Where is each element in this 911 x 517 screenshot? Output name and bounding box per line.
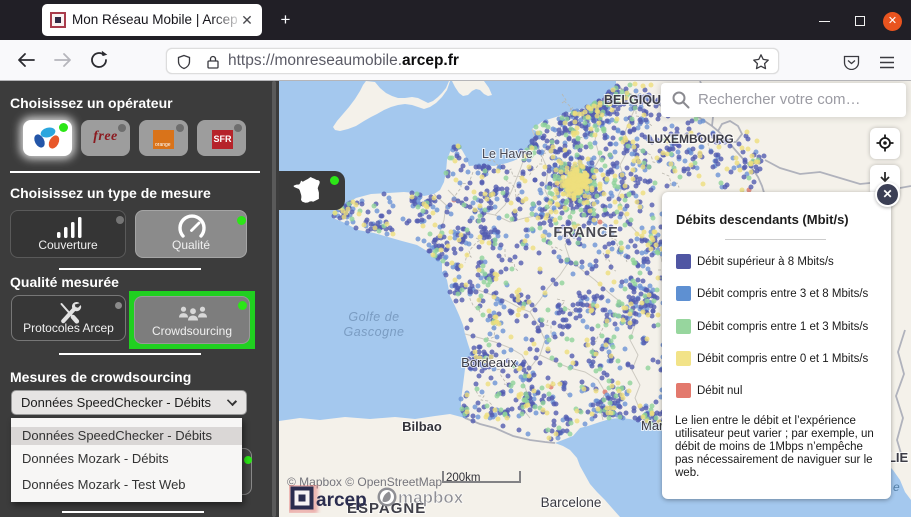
svg-text:Golfe de: Golfe de [348, 310, 399, 324]
svg-text:FRANCE: FRANCE [553, 225, 618, 241]
svg-text:Bordeaux: Bordeaux [461, 355, 517, 370]
svg-text:BELGIQUE: BELGIQUE [604, 93, 669, 107]
svg-text:arcep: arcep [316, 490, 367, 511]
svg-text:LUXEMBOURG: LUXEMBOURG [647, 132, 734, 146]
svg-text:e: e [893, 480, 900, 494]
svg-text:mapbox: mapbox [398, 488, 464, 507]
svg-text:Barcelone: Barcelone [541, 495, 602, 510]
svg-text:Le Havre: Le Havre [482, 147, 533, 161]
svg-text:Gascogne: Gascogne [344, 325, 405, 339]
svg-text:Bilbao: Bilbao [402, 419, 442, 434]
